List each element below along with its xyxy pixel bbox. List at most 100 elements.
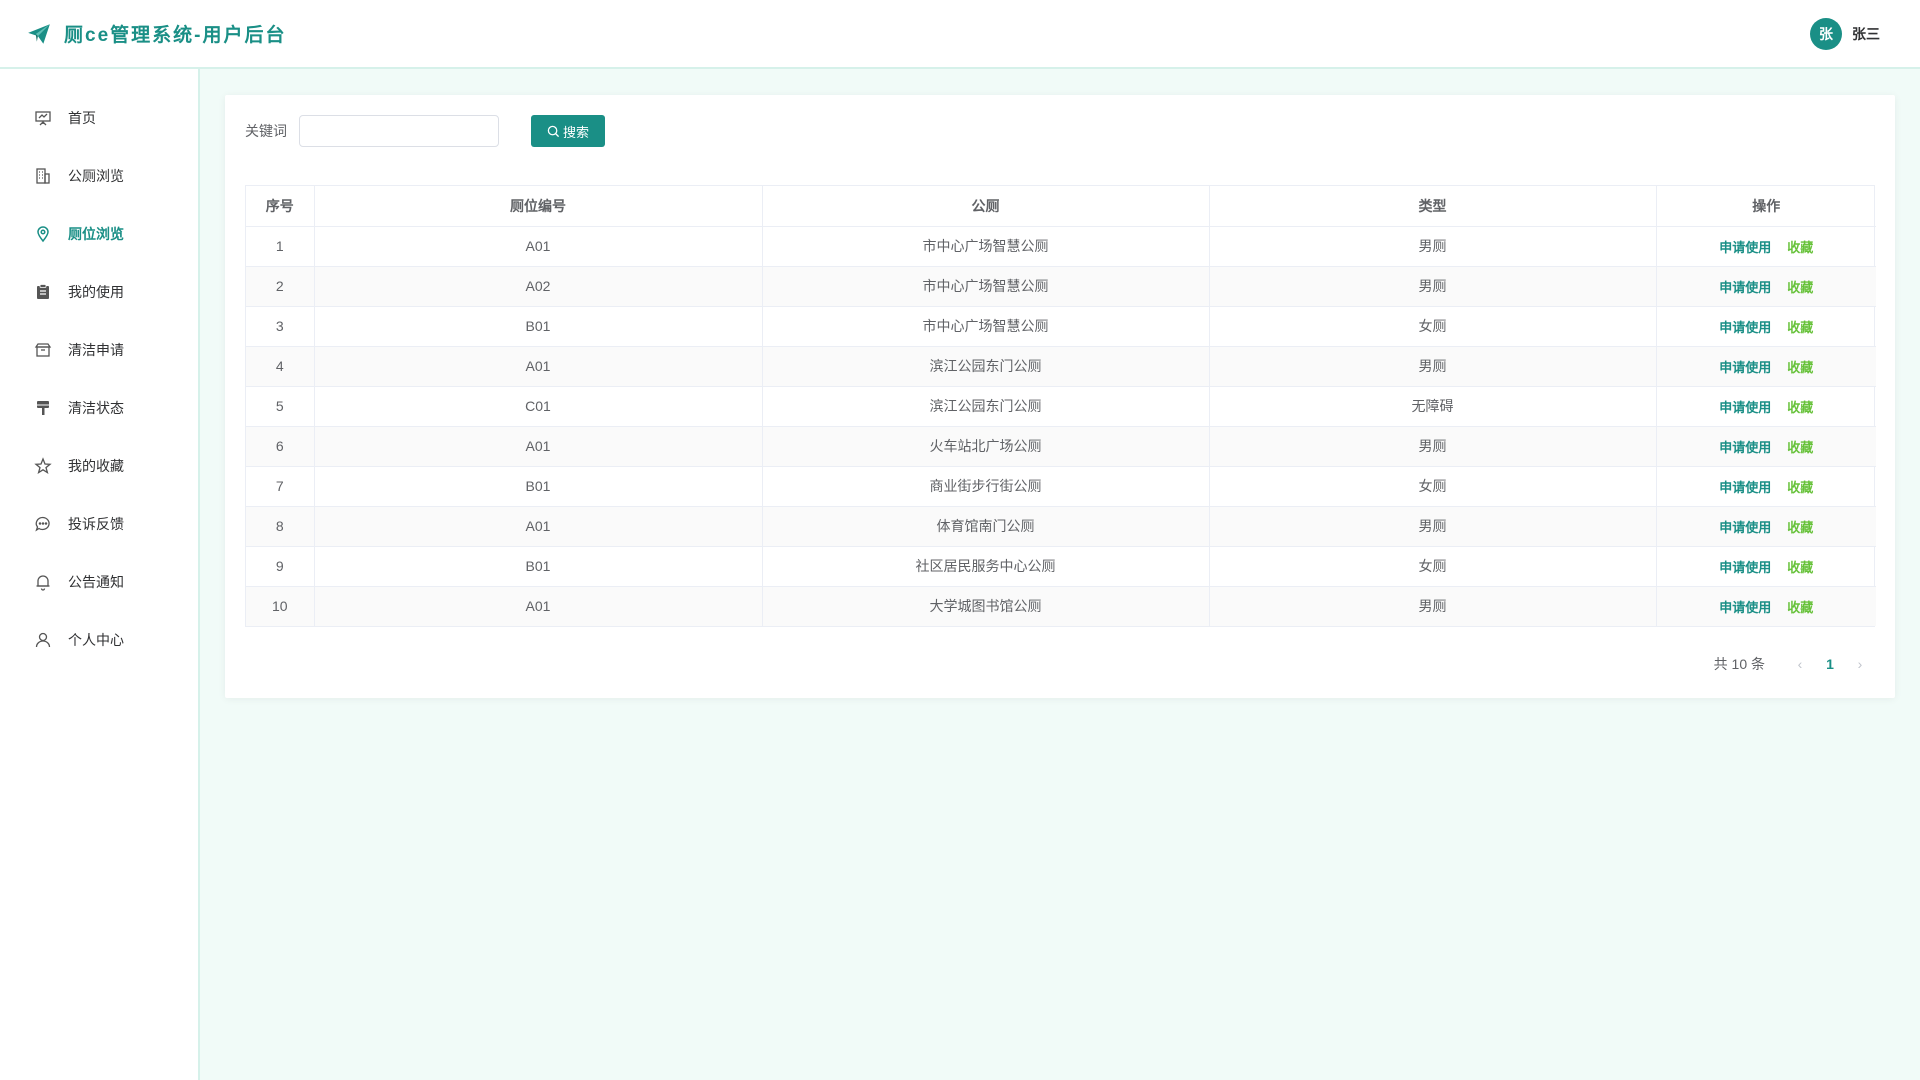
favorite-link[interactable]: 收藏 — [1787, 360, 1813, 375]
cell-actions: 申请使用 收藏 — [1656, 306, 1876, 347]
favorite-link[interactable]: 收藏 — [1787, 240, 1813, 255]
keyword-input[interactable] — [299, 115, 499, 147]
favorite-link[interactable]: 收藏 — [1787, 440, 1813, 455]
location-pin-icon — [34, 225, 52, 243]
sidebar-item-cleaning-request[interactable]: 清洁申请 — [0, 321, 198, 379]
sidebar-item-feedback[interactable]: 投诉反馈 — [0, 495, 198, 553]
cell-toilet: 社区居民服务中心公厕 — [762, 546, 1210, 587]
brand[interactable]: 厕ce管理系统-用户后台 — [26, 20, 286, 47]
table-row: 10 A01 大学城图书馆公厕 男厕 申请使用 收藏 — [246, 586, 1876, 626]
column-header: 厕位编号 — [314, 186, 763, 227]
apply-use-link[interactable]: 申请使用 — [1719, 240, 1771, 255]
pagination-total: 共 10 条 — [1713, 656, 1765, 672]
cell-type: 男厕 — [1209, 586, 1657, 626]
apply-use-link[interactable]: 申请使用 — [1719, 480, 1771, 495]
cell-stall-code: A01 — [314, 346, 763, 387]
cell-index: 5 — [246, 386, 315, 427]
sidebar-item-label: 公告通知 — [68, 574, 124, 590]
favorite-link[interactable]: 收藏 — [1787, 480, 1813, 495]
keyword-label: 关键词 — [245, 123, 287, 139]
sidebar-item-announcements[interactable]: 公告通知 — [0, 553, 198, 611]
cell-stall-code: A01 — [314, 426, 763, 467]
apply-use-link[interactable]: 申请使用 — [1719, 320, 1771, 335]
favorite-link[interactable]: 收藏 — [1787, 280, 1813, 295]
cell-stall-code: A02 — [314, 266, 763, 307]
cell-index: 7 — [246, 466, 315, 507]
favorite-link[interactable]: 收藏 — [1787, 600, 1813, 615]
apply-use-link[interactable]: 申请使用 — [1719, 360, 1771, 375]
column-header: 序号 — [246, 186, 315, 227]
content-card: 关键词 搜索 序号 厕位编号 公厕 类型 操作 1 A01 市中心广场智慧公厕 … — [225, 95, 1895, 698]
favorite-link[interactable]: 收藏 — [1787, 520, 1813, 535]
apply-use-link[interactable]: 申请使用 — [1719, 600, 1771, 615]
presentation-icon — [34, 109, 52, 127]
sidebar-item-my-usage[interactable]: 我的使用 — [0, 263, 198, 321]
favorite-link[interactable]: 收藏 — [1787, 320, 1813, 335]
apply-use-link[interactable]: 申请使用 — [1719, 520, 1771, 535]
cell-toilet: 市中心广场智慧公厕 — [762, 306, 1210, 347]
cell-type: 女厕 — [1209, 306, 1657, 347]
user-menu[interactable]: 张 张三 — [1810, 18, 1880, 50]
cell-index: 2 — [246, 266, 315, 307]
cell-actions: 申请使用 收藏 — [1656, 266, 1876, 307]
cell-toilet: 滨江公园东门公厕 — [762, 346, 1210, 387]
username[interactable]: 张三 — [1852, 24, 1880, 44]
sidebar-item-label: 清洁状态 — [68, 400, 124, 416]
prev-page-button[interactable]: ‹ — [1785, 650, 1815, 678]
sidebar-item-label: 投诉反馈 — [68, 516, 124, 532]
favorite-link[interactable]: 收藏 — [1787, 400, 1813, 415]
table-row: 2 A02 市中心广场智慧公厕 男厕 申请使用 收藏 — [246, 266, 1876, 307]
sidebar-item-profile[interactable]: 个人中心 — [0, 611, 198, 669]
cell-actions: 申请使用 收藏 — [1656, 466, 1876, 507]
cell-toilet: 商业街步行街公厕 — [762, 466, 1210, 507]
page-number[interactable]: 1 — [1815, 650, 1845, 678]
apply-use-link[interactable]: 申请使用 — [1719, 400, 1771, 415]
sidebar-item-label: 首页 — [68, 110, 96, 126]
cell-actions: 申请使用 收藏 — [1656, 386, 1876, 427]
sidebar-item-cleaning-status[interactable]: 清洁状态 — [0, 379, 198, 437]
cell-toilet: 火车站北广场公厕 — [762, 426, 1210, 467]
apply-use-link[interactable]: 申请使用 — [1719, 440, 1771, 455]
cell-index: 4 — [246, 346, 315, 387]
table-row: 4 A01 滨江公园东门公厕 男厕 申请使用 收藏 — [246, 346, 1876, 387]
cell-toilet: 滨江公园东门公厕 — [762, 386, 1210, 427]
stall-table: 序号 厕位编号 公厕 类型 操作 1 A01 市中心广场智慧公厕 男厕 申请使用… — [245, 185, 1876, 627]
sidebar-item-my-favorites[interactable]: 我的收藏 — [0, 437, 198, 495]
paper-plane-icon — [26, 21, 52, 47]
cell-type: 男厕 — [1209, 426, 1657, 467]
cell-stall-code: B01 — [314, 466, 763, 507]
sidebar-item-home[interactable]: 首页 — [0, 89, 198, 147]
column-header: 公厕 — [762, 186, 1210, 227]
table-row: 1 A01 市中心广场智慧公厕 男厕 申请使用 收藏 — [246, 226, 1876, 267]
table-row: 7 B01 商业街步行街公厕 女厕 申请使用 收藏 — [246, 466, 1876, 507]
favorite-link[interactable]: 收藏 — [1787, 560, 1813, 575]
user-icon — [34, 631, 52, 649]
search-icon — [547, 125, 560, 137]
next-page-button[interactable]: › — [1845, 650, 1875, 678]
cell-actions: 申请使用 收藏 — [1656, 426, 1876, 467]
cell-type: 无障碍 — [1209, 386, 1657, 427]
top-bar: 厕ce管理系统-用户后台 张 张三 — [0, 0, 1920, 69]
sidebar-item-toilet-browse[interactable]: 公厕浏览 — [0, 147, 198, 205]
app-title: 厕ce管理系统-用户后台 — [64, 25, 287, 46]
cell-stall-code: B01 — [314, 306, 763, 347]
table-row: 6 A01 火车站北广场公厕 男厕 申请使用 收藏 — [246, 426, 1876, 467]
apply-use-link[interactable]: 申请使用 — [1719, 280, 1771, 295]
cell-actions: 申请使用 收藏 — [1656, 226, 1876, 267]
sidebar-item-label: 厕位浏览 — [68, 226, 124, 242]
cell-type: 女厕 — [1209, 546, 1657, 587]
search-button[interactable]: 搜索 — [531, 115, 605, 147]
table-row: 5 C01 滨江公园东门公厕 无障碍 申请使用 收藏 — [246, 386, 1876, 427]
sidebar: 首页 公厕浏览 厕位浏览 我的使用 清洁申请 清洁状态 我的收藏 投诉反馈 公告… — [0, 69, 200, 1080]
cell-index: 9 — [246, 546, 315, 587]
cell-index: 3 — [246, 306, 315, 347]
sidebar-item-label: 我的使用 — [68, 284, 124, 300]
avatar[interactable]: 张 — [1810, 18, 1842, 50]
column-header: 操作 — [1656, 186, 1876, 227]
sidebar-item-stall-browse[interactable]: 厕位浏览 — [0, 205, 198, 263]
cell-actions: 申请使用 收藏 — [1656, 546, 1876, 587]
cell-actions: 申请使用 收藏 — [1656, 346, 1876, 387]
apply-use-link[interactable]: 申请使用 — [1719, 560, 1771, 575]
cell-index: 10 — [246, 586, 315, 626]
cell-index: 1 — [246, 226, 315, 267]
